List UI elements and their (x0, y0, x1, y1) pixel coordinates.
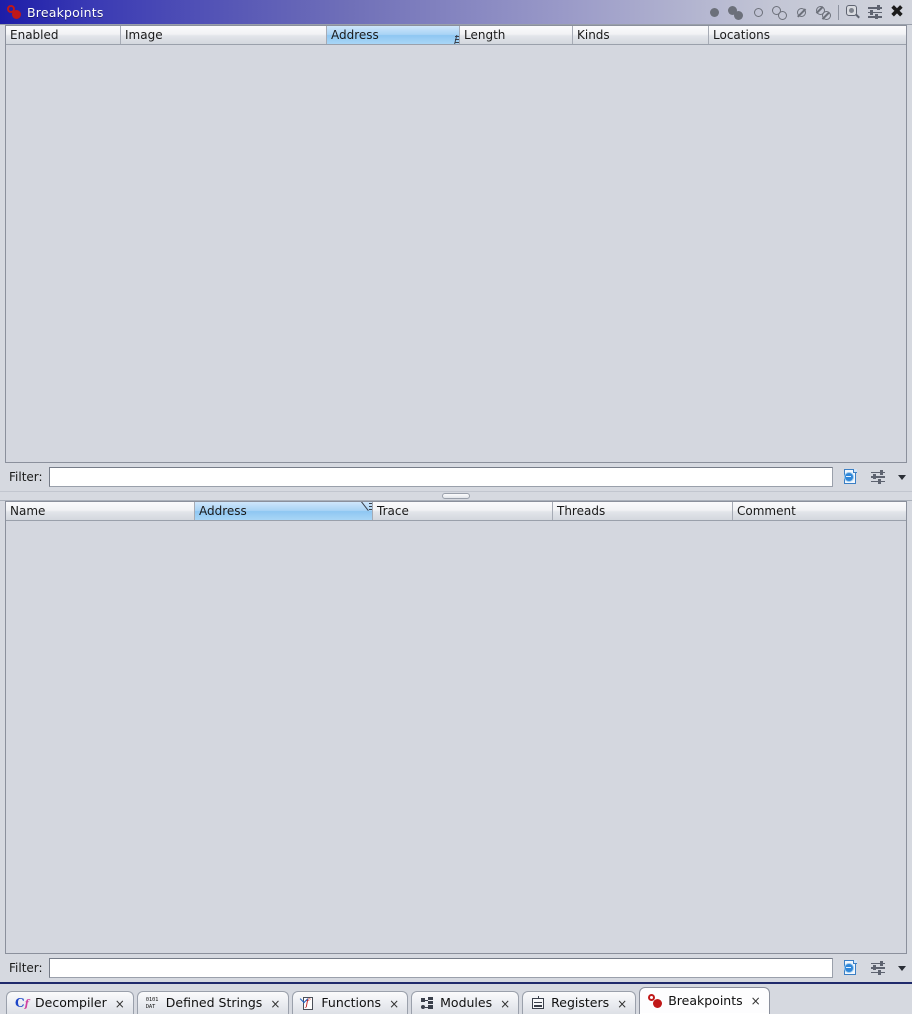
column-header-length[interactable]: Length (460, 26, 573, 44)
chevron-down-icon[interactable] (895, 466, 907, 488)
splitter-grip[interactable] (442, 493, 470, 499)
chevron-down-icon[interactable] (895, 957, 907, 979)
column-header-address[interactable]: Address (327, 26, 460, 44)
clear-breakpoint-icon[interactable] (791, 2, 813, 24)
column-label: Address (199, 504, 247, 518)
tab-label: Functions (321, 995, 382, 1011)
tab-close-icon[interactable]: × (270, 998, 280, 1010)
close-window-icon[interactable]: ✖ (886, 2, 908, 24)
column-label: Comment (737, 504, 796, 518)
tab-close-icon[interactable]: × (617, 998, 627, 1010)
text-filter-icon[interactable] (839, 466, 861, 488)
locations-table-header: Name Address Trace Threads Comment (6, 502, 906, 521)
modules-icon (420, 996, 435, 1011)
tab-defined-strings[interactable]: 0101 DAT Defined Strings × (136, 991, 290, 1014)
column-label: Image (125, 28, 163, 42)
column-header-enabled[interactable]: Enabled (6, 26, 121, 44)
clear-all-breakpoints-icon[interactable] (813, 2, 835, 24)
search-input[interactable] (48, 958, 833, 978)
tab-label: Modules (440, 995, 493, 1011)
column-header-name[interactable]: Name (6, 502, 195, 520)
bottom-tab-bar: Cf Decompiler × 0101 DAT Defined Strings … (0, 982, 912, 1014)
filter-table-icon[interactable] (842, 2, 864, 24)
defined-strings-icon: 0101 DAT (145, 997, 159, 1010)
column-header-image[interactable]: Image (121, 26, 327, 44)
column-header-comment[interactable]: Comment (733, 502, 906, 520)
logical-breakpoints-table: Enabled Image Address Length Kinds Locat… (5, 25, 907, 463)
tab-modules[interactable]: Modules × (411, 991, 520, 1014)
tab-close-icon[interactable]: × (500, 998, 510, 1010)
column-label: Length (464, 28, 506, 42)
enable-breakpoint-icon[interactable] (703, 2, 725, 24)
tab-breakpoints[interactable]: Breakpoints × (639, 987, 770, 1014)
column-label: Trace (377, 504, 409, 518)
column-label: Enabled (10, 28, 59, 42)
column-label: Address (331, 28, 379, 42)
window-titlebar: Breakpoints ✖ (0, 0, 912, 25)
toolbar-separator (838, 5, 839, 20)
disable-breakpoint-icon[interactable] (747, 2, 769, 24)
functions-icon: f (300, 994, 316, 1011)
breakpoint-icon (6, 4, 22, 20)
logical-filter-row: Filter: (5, 463, 907, 491)
filter-options-icon[interactable] (867, 957, 889, 979)
tab-close-icon[interactable]: × (389, 998, 399, 1010)
window-title: Breakpoints (27, 4, 104, 20)
tab-close-icon[interactable]: × (751, 995, 761, 1007)
filter-label: Filter: (9, 470, 43, 484)
tab-label: Decompiler (35, 995, 107, 1011)
tab-label: Defined Strings (165, 995, 263, 1011)
text-filter-icon[interactable] (839, 957, 861, 979)
registers-icon (531, 996, 546, 1011)
column-header-threads[interactable]: Threads (553, 502, 733, 520)
column-label: Name (10, 504, 46, 518)
logical-table-header: Enabled Image Address Length Kinds Locat… (6, 26, 906, 45)
breakpoint-locations-panel: Name Address Trace Threads Comment Filte… (0, 501, 912, 982)
column-header-locations[interactable]: Locations (709, 26, 906, 44)
logical-breakpoints-panel: Enabled Image Address Length Kinds Locat… (0, 25, 912, 491)
column-header-trace[interactable]: Trace (373, 502, 553, 520)
column-header-kinds[interactable]: Kinds (573, 26, 709, 44)
tab-close-icon[interactable]: × (115, 998, 125, 1010)
tab-registers[interactable]: Registers × (522, 991, 637, 1014)
tab-functions[interactable]: f Functions × (292, 991, 409, 1014)
tab-decompiler[interactable]: Cf Decompiler × (6, 991, 134, 1014)
enable-all-breakpoints-icon[interactable] (725, 2, 747, 24)
column-label: Threads (557, 504, 606, 518)
panel-splitter[interactable] (0, 491, 912, 501)
column-header-address[interactable]: Address (195, 502, 373, 520)
panel-options-icon[interactable] (864, 2, 886, 24)
logical-table-body[interactable] (6, 45, 906, 462)
column-label: Locations (713, 28, 771, 42)
breakpoints-window: Breakpoints ✖ Enabled Image Address Leng… (0, 0, 912, 1014)
breakpoints-icon (648, 993, 663, 1009)
tab-label: Breakpoints (668, 992, 743, 1008)
filter-options-icon[interactable] (867, 466, 889, 488)
column-label: Kinds (577, 28, 610, 42)
locations-table-body[interactable] (6, 521, 906, 953)
titlebar-toolbar: ✖ (703, 0, 908, 25)
decompiler-icon: Cf (15, 996, 29, 1010)
disable-all-breakpoints-icon[interactable] (769, 2, 791, 24)
tab-label: Registers (551, 995, 610, 1011)
locations-filter-row: Filter: (5, 954, 907, 982)
breakpoint-locations-table: Name Address Trace Threads Comment (5, 501, 907, 954)
search-input[interactable] (48, 467, 833, 487)
filter-label: Filter: (9, 961, 43, 975)
